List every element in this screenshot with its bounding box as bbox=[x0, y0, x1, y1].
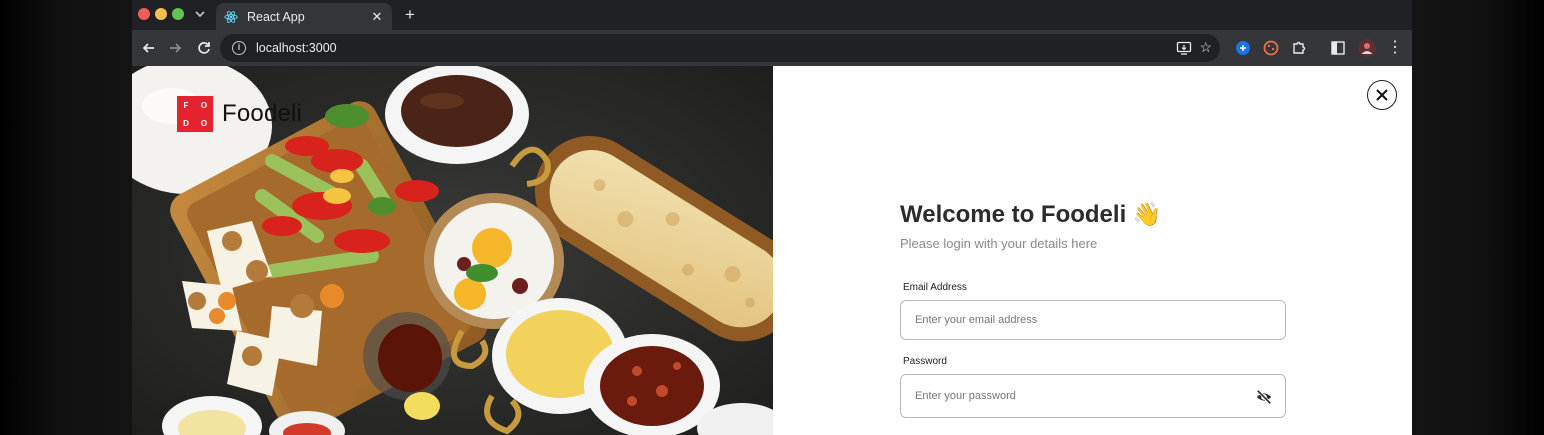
logo-letter: D bbox=[183, 118, 189, 128]
close-window-button[interactable] bbox=[138, 8, 150, 20]
close-icon bbox=[1376, 89, 1388, 101]
browser-window: React App ✕ + i localhost:3000 ☆ ⋮ F O D… bbox=[132, 0, 1412, 435]
chevron-down-icon[interactable] bbox=[192, 6, 208, 22]
react-icon bbox=[224, 10, 238, 23]
browser-tab[interactable]: React App ✕ bbox=[216, 3, 392, 30]
page-viewport: F O D O Foodeli Welcome to Foodeli 👋 Ple… bbox=[132, 66, 1412, 435]
email-label: Email Address bbox=[903, 282, 967, 293]
waving-hand-emoji: 👋 bbox=[1132, 201, 1162, 227]
login-title-text: Welcome to Foodeli bbox=[900, 201, 1127, 228]
food-hero-image: F O D O Foodeli bbox=[132, 66, 773, 435]
bookmark-star-icon[interactable]: ☆ bbox=[1199, 39, 1212, 55]
email-input[interactable] bbox=[901, 301, 1285, 339]
logo-letter: O bbox=[200, 100, 208, 110]
extensions-puzzle-icon[interactable] bbox=[1290, 39, 1308, 57]
site-info-icon[interactable]: i bbox=[232, 41, 246, 55]
maximize-window-button[interactable] bbox=[172, 8, 184, 20]
tab-title: React App bbox=[247, 9, 305, 24]
close-tab-icon[interactable]: ✕ bbox=[370, 9, 384, 25]
browser-toolbar: i localhost:3000 ☆ ⋮ bbox=[132, 30, 1412, 66]
install-app-icon[interactable] bbox=[1176, 40, 1192, 56]
login-title: Welcome to Foodeli 👋 bbox=[900, 201, 1162, 229]
side-panel-icon[interactable] bbox=[1329, 39, 1347, 57]
address-bar[interactable]: i localhost:3000 ☆ bbox=[220, 34, 1220, 62]
reload-icon[interactable] bbox=[194, 38, 214, 58]
new-tab-button[interactable]: + bbox=[400, 5, 420, 25]
eye-off-icon[interactable] bbox=[1255, 388, 1273, 406]
password-field-wrapper bbox=[900, 374, 1286, 418]
password-input[interactable] bbox=[901, 375, 1285, 417]
minimize-window-button[interactable] bbox=[155, 8, 167, 20]
back-arrow-icon[interactable] bbox=[139, 38, 159, 58]
logo-letter: O bbox=[200, 118, 208, 128]
brand-name: Foodeli bbox=[222, 100, 303, 127]
password-label: Password bbox=[903, 356, 947, 367]
brand-logo[interactable]: F O D O Foodeli bbox=[177, 96, 302, 132]
logo-mark: F O D O bbox=[177, 96, 213, 132]
extension-cookie-icon[interactable] bbox=[1262, 39, 1280, 57]
close-button[interactable] bbox=[1367, 80, 1397, 110]
logo-letter: F bbox=[183, 100, 189, 110]
extension-blue-icon[interactable] bbox=[1234, 39, 1252, 57]
forward-arrow-icon[interactable] bbox=[165, 38, 185, 58]
address-url: localhost:3000 bbox=[256, 41, 337, 55]
profile-avatar[interactable] bbox=[1358, 39, 1376, 57]
login-subtitle: Please login with your details here bbox=[900, 236, 1098, 251]
login-panel: Welcome to Foodeli 👋 Please login with y… bbox=[773, 66, 1412, 435]
browser-menu-icon[interactable]: ⋮ bbox=[1386, 39, 1404, 57]
email-field-wrapper bbox=[900, 300, 1286, 340]
tab-strip: React App ✕ + bbox=[132, 0, 1412, 30]
